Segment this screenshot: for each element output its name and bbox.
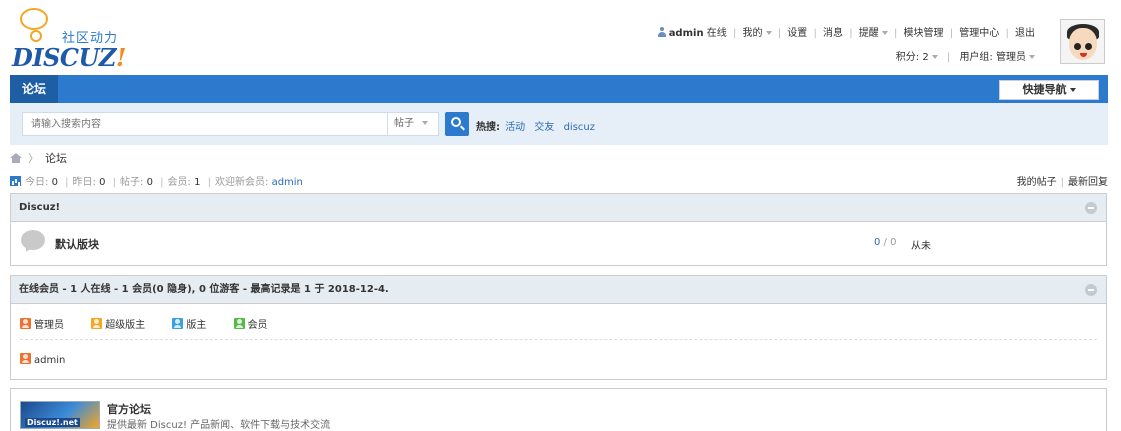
my-menu[interactable]: 我的: [743, 28, 772, 39]
module-manage-link[interactable]: 模块管理: [904, 28, 944, 39]
user-toolbar: admin 在线 | 我的 | 设置 | 消息 | 提醒 | 模块管理 | 管理…: [657, 24, 1035, 39]
lightbulb-icon: [20, 8, 48, 42]
settings-link[interactable]: 设置: [787, 28, 807, 39]
hot-search-label: 热搜:: [476, 122, 500, 133]
caret-down-icon: [765, 31, 772, 35]
hot-search-link[interactable]: 交友: [534, 122, 554, 133]
logout-link[interactable]: 退出: [1015, 28, 1035, 39]
admin-icon: [20, 353, 31, 364]
site-logo[interactable]: 社区动力 DISCUZ!: [10, 5, 150, 73]
category-box: Discuz! 默认版块 0 / 0 从未: [10, 193, 1107, 266]
notices-menu[interactable]: 提醒: [859, 28, 888, 39]
forum-name-link[interactable]: 默认版块: [55, 236, 99, 252]
forum-last-post: 从未: [911, 241, 931, 252]
category-header: Discuz!: [11, 194, 1106, 222]
breadcrumb-current[interactable]: 论坛: [45, 152, 67, 165]
newest-member-link[interactable]: admin: [272, 177, 303, 188]
moderator-icon: [172, 318, 184, 329]
official-forum-link[interactable]: 官方论坛: [107, 401, 151, 417]
home-icon[interactable]: [10, 153, 22, 163]
admin-center-link[interactable]: 管理中心: [959, 28, 999, 39]
header: 社区动力 DISCUZ! admin 在线 | 我的 | 设置 | 消息 | 提…: [0, 0, 1121, 75]
forum-counts: 0 / 0: [874, 237, 897, 248]
caret-down-icon: [931, 55, 938, 59]
forum-stats: 今日: 0 | 昨日: 0 | 帖子: 0 | 会员: 1 | 欢迎新会员: admin: [10, 173, 303, 188]
search-button[interactable]: [445, 112, 469, 136]
forum-row: 默认版块 0 / 0 从未: [11, 222, 1106, 266]
breadcrumb: 〉论坛: [10, 150, 67, 166]
caret-down-icon: [881, 31, 888, 35]
search-type-select[interactable]: 帖子: [387, 112, 439, 136]
collapse-icon[interactable]: [1085, 284, 1097, 296]
divider: [20, 339, 1097, 340]
hot-searches: 热搜: 活动 交友 discuz: [476, 118, 601, 133]
collapse-icon[interactable]: [1085, 202, 1097, 214]
nav-tab-forum[interactable]: 论坛: [10, 75, 59, 103]
legend-super-mod: 超级版主: [91, 318, 157, 331]
search-bar: 帖子 热搜: 活动 交友 discuz: [10, 103, 1108, 145]
online-title: 在线会员 - 1 人在线 - 1 会员(0 隐身), 0 位游客 - 最高记录是…: [19, 284, 389, 295]
forum-bubble-icon: [21, 230, 45, 250]
logo-brand: DISCUZ!: [12, 43, 126, 72]
my-posts-link[interactable]: 我的帖子: [1017, 177, 1057, 188]
online-header: 在线会员 - 1 人在线 - 1 会员(0 隐身), 0 位游客 - 最高记录是…: [11, 276, 1106, 304]
my-links: 我的帖子 | 最新回复: [1016, 177, 1108, 188]
username-link[interactable]: admin: [669, 28, 704, 39]
stats-chart-icon: [10, 176, 21, 186]
official-forum-desc: 提供最新 Discuz! 产品新闻、软件下载与技术交流: [107, 420, 331, 431]
caret-down-icon: [1029, 55, 1035, 59]
user-icon: [657, 27, 667, 37]
legend-admin: 管理员: [20, 318, 76, 331]
legend-member: 会员: [233, 318, 280, 331]
online-members-box: 在线会员 - 1 人在线 - 1 会员(0 隐身), 0 位游客 - 最高记录是…: [10, 275, 1107, 380]
quick-nav-button[interactable]: 快捷导航: [999, 80, 1099, 100]
online-user: admin: [20, 353, 65, 366]
search-input[interactable]: [22, 112, 387, 136]
avatar[interactable]: [1060, 19, 1105, 64]
online-status: 在线: [706, 28, 727, 39]
caret-down-icon: [1069, 88, 1076, 92]
online-user-link[interactable]: admin: [34, 355, 65, 366]
hot-search-link[interactable]: discuz: [564, 122, 595, 133]
discuz-net-logo[interactable]: Discuz!.net: [20, 401, 100, 429]
category-title-link[interactable]: Discuz!: [19, 202, 60, 213]
admin-icon: [20, 318, 31, 329]
hot-search-link[interactable]: 活动: [505, 122, 525, 133]
friend-links-box: Discuz!.net 官方论坛 提供最新 Discuz! 产品新闻、软件下载与…: [10, 388, 1107, 431]
super-moderator-icon: [91, 318, 103, 329]
search-icon: [451, 117, 461, 127]
user-info-bar: 积分: 2 | 用户组: 管理员: [896, 48, 1035, 63]
main-nav: 论坛 快捷导航: [10, 75, 1108, 103]
caret-down-icon: [422, 121, 428, 125]
messages-link[interactable]: 消息: [823, 28, 843, 39]
legend-mod: 版主: [172, 318, 218, 331]
credits-menu[interactable]: 积分: 2: [896, 52, 938, 63]
usergroup-menu[interactable]: 用户组: 管理员: [959, 52, 1035, 63]
member-legend: 管理员 超级版主 版主 会员: [20, 316, 292, 331]
member-icon: [233, 318, 245, 329]
latest-replies-link[interactable]: 最新回复: [1068, 177, 1108, 188]
